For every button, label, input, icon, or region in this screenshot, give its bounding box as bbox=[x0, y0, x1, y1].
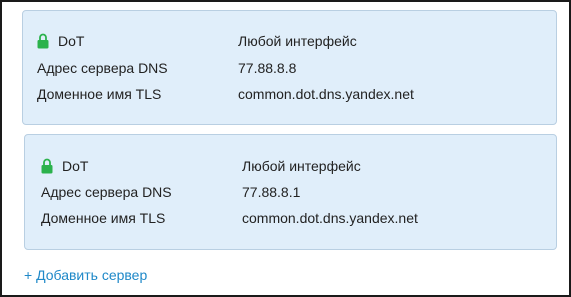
dns-address-row: Адрес сервера DNS 77.88.8.1 bbox=[25, 182, 556, 202]
tls-domain-row: Доменное имя TLS common.dot.dns.yandex.n… bbox=[23, 84, 556, 104]
dns-address-label: Адрес сервера DNS bbox=[41, 184, 172, 200]
lock-icon bbox=[37, 33, 49, 49]
tls-domain-label: Доменное имя TLS bbox=[41, 210, 166, 226]
interface-value: Любой интерфейс bbox=[242, 158, 361, 174]
protocol: DoT bbox=[37, 31, 84, 51]
dns-address-value: 77.88.8.8 bbox=[238, 60, 297, 76]
dns-server-card[interactable]: DoT Любой интерфейс Адрес сервера DNS 77… bbox=[24, 134, 557, 250]
dns-servers-panel: DoT Любой интерфейс Адрес сервера DNS 77… bbox=[0, 0, 571, 297]
tls-domain-value: common.dot.dns.yandex.net bbox=[242, 210, 418, 226]
tls-domain-row: Доменное имя TLS common.dot.dns.yandex.n… bbox=[25, 208, 556, 228]
tls-domain-label: Доменное имя TLS bbox=[37, 86, 162, 102]
dns-server-card[interactable]: DoT Любой интерфейс Адрес сервера DNS 77… bbox=[22, 10, 557, 125]
protocol-label: DoT bbox=[62, 158, 89, 174]
protocol: DoT bbox=[41, 156, 88, 176]
dns-address-label: Адрес сервера DNS bbox=[37, 60, 168, 76]
dns-address-row: Адрес сервера DNS 77.88.8.8 bbox=[23, 58, 556, 78]
lock-icon bbox=[41, 158, 53, 174]
tls-domain-value: common.dot.dns.yandex.net bbox=[238, 86, 414, 102]
interface-value: Любой интерфейс bbox=[238, 33, 357, 49]
dns-address-value: 77.88.8.1 bbox=[242, 184, 301, 200]
protocol-row: DoT Любой интерфейс bbox=[25, 156, 556, 176]
protocol-label: DoT bbox=[58, 33, 85, 49]
add-server-link[interactable]: + Добавить сервер bbox=[24, 265, 147, 285]
protocol-row: DoT Любой интерфейс bbox=[23, 31, 556, 51]
